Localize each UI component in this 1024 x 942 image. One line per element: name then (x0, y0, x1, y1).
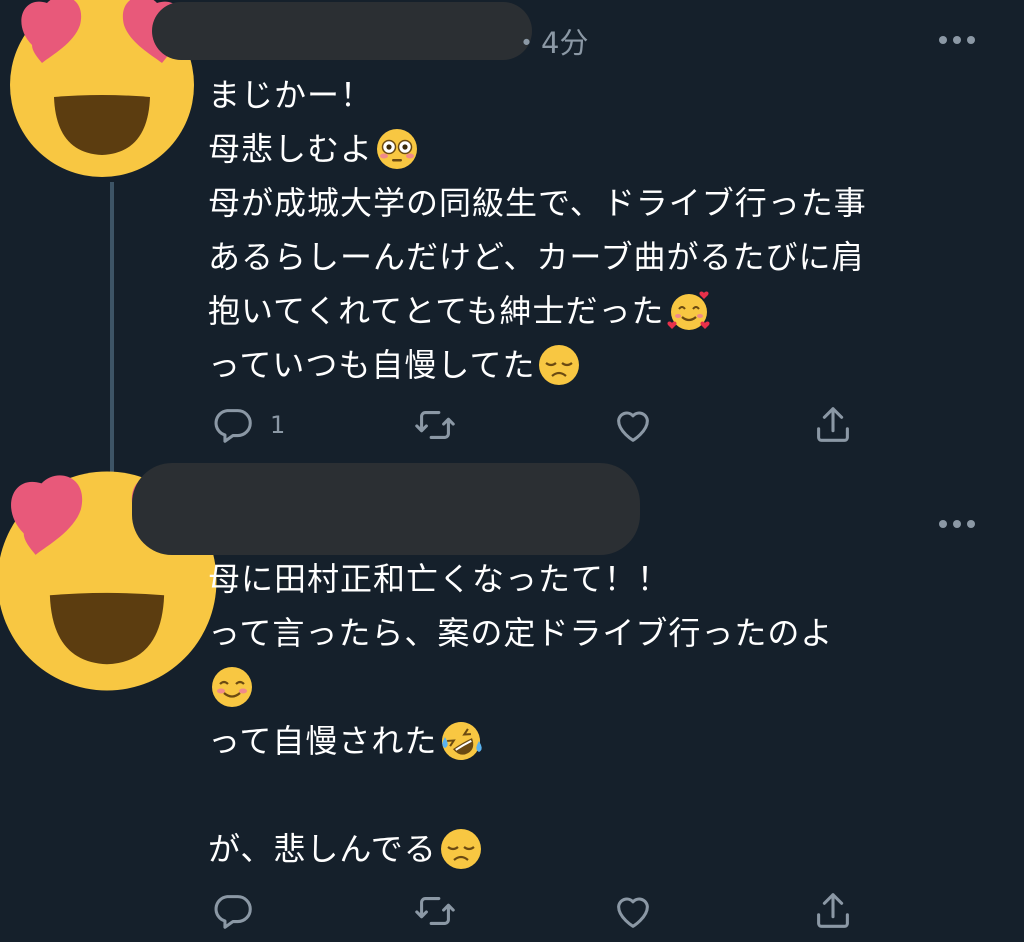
more-icon-dot (953, 520, 961, 528)
tweet-thread-screen: ・4分 まじかー！ 母悲しむよ 母が成城大学の同級生で、ドライブ行った事 あるら… (0, 0, 1024, 942)
tweet-line-text: 抱いてくれてとても紳士だった (208, 292, 665, 330)
share-icon (817, 407, 849, 442)
reply-button[interactable] (210, 888, 270, 934)
tweet-line-text: って自慢された (208, 722, 438, 760)
tweet-text: まじかー！ 母悲しむよ 母が成城大学の同級生で、ドライブ行った事 あるらしーんだ… (208, 68, 867, 392)
tweet-line: って言ったら、案の定ドライブ行ったのよ (208, 606, 833, 660)
tweet-line: 母が成城大学の同級生で、ドライブ行った事 (208, 176, 867, 230)
more-icon-dot (953, 36, 961, 44)
tweet-line: 母に田村正和亡くなったて！！ (208, 552, 833, 606)
rolling-on-floor-laughing-emoji-icon (439, 719, 483, 763)
share-icon (817, 893, 849, 928)
disappointed-face-emoji-icon (537, 343, 581, 387)
tweet-line: って自慢された (208, 714, 833, 768)
like-icon (617, 897, 649, 928)
reply-button[interactable]: 1 (210, 402, 285, 448)
flushed-face-emoji-icon (375, 127, 419, 171)
tweet-line-text: っていつも自慢してた (208, 346, 536, 384)
share-button[interactable] (810, 888, 856, 934)
redacted-username (132, 463, 640, 555)
tweet-line-text: まじかー！ (208, 76, 374, 114)
tweet-line-text: あるらしーんだけど、カーブ曲がるたびに肩 (208, 238, 865, 276)
reply-count: 1 (270, 411, 286, 439)
tweet-action-bar: 1 (210, 402, 850, 452)
retweet-icon (415, 897, 455, 925)
smiling-face-with-hearts-emoji-icon (667, 289, 711, 333)
retweet-icon (415, 411, 455, 439)
more-icon-dot (967, 520, 975, 528)
tweet-line-text: 母に田村正和亡くなったて！！ (208, 560, 671, 598)
tweet-line: が、悲しんでる (208, 822, 833, 876)
tweet-line-text: って言ったら、案の定ドライブ行ったのよ (208, 614, 834, 652)
tweet-line (208, 660, 833, 714)
tweet-line-text: 母悲しむよ (208, 130, 374, 168)
like-button[interactable] (610, 888, 656, 934)
tweet-line: 抱いてくれてとても紳士だった (208, 284, 867, 338)
more-icon-dot (939, 36, 947, 44)
tweet-line: 母悲しむよ (208, 122, 867, 176)
more-icon-dot (967, 36, 975, 44)
tweet-line-text: 母が成城大学の同級生で、ドライブ行った事 (208, 184, 867, 222)
tweet-line: っていつも自慢してた (208, 338, 867, 392)
tweet-timestamp[interactable]: ・4分 (512, 20, 588, 62)
redacted-username (152, 2, 532, 60)
reply-icon (214, 895, 252, 929)
more-icon-dot (939, 520, 947, 528)
like-icon (617, 411, 649, 442)
share-button[interactable] (810, 402, 856, 448)
tweet-line: あるらしーんだけど、カーブ曲がるたびに肩 (208, 230, 867, 284)
thread-connector-line (110, 182, 114, 482)
like-button[interactable] (610, 402, 656, 448)
tweet-line: まじかー！ (208, 68, 867, 122)
retweet-button[interactable] (412, 402, 458, 448)
retweet-button[interactable] (412, 888, 458, 934)
reply-icon (214, 409, 252, 443)
tweet-text: 母に田村正和亡くなったて！！ って言ったら、案の定ドライブ行ったのよ って自慢さ… (208, 552, 833, 876)
tweet-line-text: が、悲しんでる (208, 830, 437, 868)
more-options-button[interactable] (932, 30, 982, 50)
more-options-button[interactable] (932, 514, 982, 534)
smiling-face-emoji-icon (210, 665, 254, 709)
disappointed-face-emoji-icon (439, 827, 483, 871)
tweet-action-bar (210, 888, 850, 938)
